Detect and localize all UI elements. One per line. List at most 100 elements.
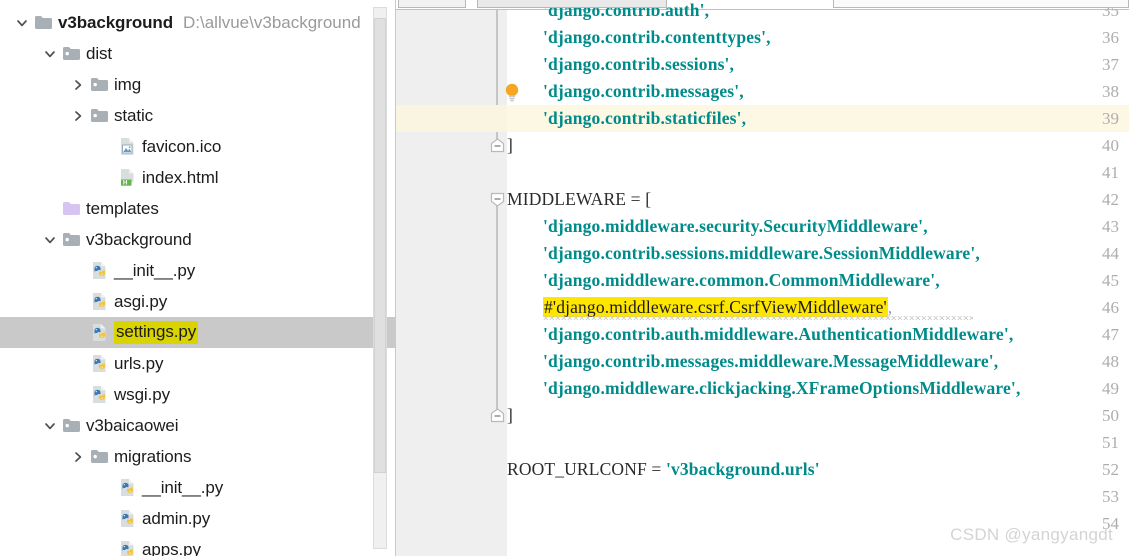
code-token: 'django.contrib.auth.middleware.Authenti… [543, 324, 1014, 344]
project-tree-pane: v3background D:\allvue\v3background dist im… [0, 0, 396, 556]
code-line: 'django.middleware.clickjacking.XFrameOp… [543, 375, 1020, 402]
fold-region-end-icon[interactable] [490, 408, 505, 423]
line-number: 49 [1102, 379, 1119, 398]
tree-item-label: urls.py [114, 353, 164, 373]
chevron-down-icon[interactable] [40, 230, 60, 250]
fold-region-start-icon[interactable] [490, 192, 505, 207]
code-token: 'django.contrib.messages.middleware.Mess… [543, 351, 999, 371]
code-token: 'django.middleware.clickjacking.XFrameOp… [543, 378, 1021, 398]
line-number: 43 [1102, 217, 1119, 236]
code-token: 'django.contrib.staticfiles', [543, 108, 747, 128]
line-number: 38 [1102, 82, 1119, 101]
tree-item-v3background[interactable]: v3background D:\allvue\v3background [0, 7, 395, 38]
tree-item-label: favicon.ico [142, 136, 222, 156]
svg-text:H: H [123, 181, 127, 187]
tree-item-urls-py[interactable]: urls.py [0, 348, 395, 379]
current-line-gutter-highlight [396, 105, 507, 132]
folder-module-icon [88, 106, 110, 126]
line-number: 51 [1102, 433, 1119, 452]
code-line: MIDDLEWARE = [ [507, 186, 651, 213]
python-file-icon [116, 509, 138, 529]
tree-item-label: asgi.py [114, 291, 168, 311]
inspection-squiggle [543, 316, 973, 320]
code-line: 'django.contrib.auth.middleware.Authenti… [543, 321, 1013, 348]
intention-lightbulb-icon[interactable] [503, 82, 521, 102]
tree-item-init-py[interactable]: __init__.py [0, 255, 395, 286]
tree-item-label: __init__.py [142, 477, 224, 497]
line-number: 42 [1102, 190, 1119, 209]
project-tree-scrollbar-track[interactable] [373, 7, 387, 549]
code-line: ] [507, 402, 513, 429]
code-token: 'django.middleware.security.SecurityMidd… [543, 216, 928, 236]
chevron-down-icon[interactable] [12, 13, 32, 33]
line-number: 37 [1102, 55, 1119, 74]
code-line: 'django.middleware.security.SecurityMidd… [543, 213, 928, 240]
line-number: 36 [1102, 28, 1119, 47]
code-token: ROOT_URLCONF = [507, 459, 666, 479]
tree-item-asgi-py[interactable]: asgi.py [0, 286, 395, 317]
fold-region-end-icon[interactable] [490, 138, 505, 153]
tree-item-path: D:\allvue\v3background [183, 12, 361, 32]
folder-module-icon [60, 44, 82, 64]
tree-item-apps-py[interactable]: apps.py [0, 534, 395, 556]
tree-item-favicon-ico[interactable]: favicon.ico [0, 131, 395, 162]
tree-item-label: __init__.py [114, 260, 196, 280]
tree-item-templates[interactable]: templates [0, 193, 395, 224]
code-token: ] [507, 405, 513, 425]
tree-item-admin-py[interactable]: admin.py [0, 503, 395, 534]
tree-item-init-py[interactable]: __init__.py [0, 472, 395, 503]
code-line: 'django.contrib.messages', [543, 78, 744, 105]
project-tree-scrollbar-thumb[interactable] [374, 18, 386, 473]
fold-region-line [496, 200, 498, 410]
python-file-icon [88, 261, 110, 281]
line-number: 41 [1102, 163, 1119, 182]
tree-item-static[interactable]: static [0, 100, 395, 131]
chevron-right-icon[interactable] [68, 75, 88, 95]
folder-module-icon [88, 75, 110, 95]
chevron-right-icon[interactable] [68, 447, 88, 467]
code-token: MIDDLEWARE = [ [507, 189, 652, 209]
code-line: 'django.contrib.sessions.middleware.Sess… [543, 240, 980, 267]
tree-item-migrations[interactable]: migrations [0, 441, 395, 472]
code-line: 'django.contrib.auth', [543, 0, 709, 24]
folder-module-icon [88, 447, 110, 467]
code-token: 'django.middleware.common.CommonMiddlewa… [543, 270, 940, 290]
line-number: 40 [1102, 136, 1119, 155]
line-number: 48 [1102, 352, 1119, 371]
folder-module-icon [60, 230, 82, 250]
code-token: #'django.middleware.csrf.CsrfViewMiddlew… [543, 297, 888, 317]
chevron-down-icon[interactable] [40, 416, 60, 436]
project-tree-list[interactable]: v3background D:\allvue\v3background dist im… [0, 7, 395, 556]
tree-item-label: admin.py [142, 508, 211, 528]
code-line: 'django.middleware.common.CommonMiddlewa… [543, 267, 940, 294]
tree-item-v3baicaowei[interactable]: v3baicaowei [0, 410, 395, 441]
code-token: 'v3background.urls' [665, 459, 820, 479]
code-token: 'django.contrib.sessions.middleware.Sess… [543, 243, 980, 263]
tree-item-dist[interactable]: dist [0, 38, 395, 69]
tree-item-v3background[interactable]: v3background [0, 224, 395, 255]
line-number: 52 [1102, 460, 1119, 479]
code-text-area[interactable]: 'django.contrib.auth', 'django.contrib.co… [505, 0, 1129, 556]
code-line: ROOT_URLCONF = 'v3background.urls' [507, 456, 820, 483]
tree-item-img[interactable]: img [0, 69, 395, 100]
line-number: 46 [1102, 298, 1119, 317]
folder-module-icon [60, 416, 82, 436]
tree-item-settings-py[interactable]: settings.py [0, 317, 395, 348]
tree-item-index-html[interactable]: Hindex.html [0, 162, 395, 193]
line-number: 53 [1102, 487, 1119, 506]
tree-item-label: static [114, 105, 154, 125]
ide-window: v3background D:\allvue\v3background dist im… [0, 0, 1129, 556]
chevron-down-icon[interactable] [40, 44, 60, 64]
line-number: 44 [1102, 244, 1119, 263]
csdn-watermark: CSDN @yangyangdt [950, 525, 1113, 544]
code-line: 'django.contrib.contenttypes', [543, 24, 771, 51]
chevron-right-icon[interactable] [68, 106, 88, 126]
python-file-icon [88, 354, 110, 374]
tree-item-label: settings.py [114, 321, 199, 344]
folder-templates-icon [60, 199, 82, 219]
editor-gutter[interactable] [396, 10, 487, 556]
tree-item-label: wsgi.py [114, 384, 170, 404]
python-file-icon [88, 292, 110, 312]
tree-item-wsgi-py[interactable]: wsgi.py [0, 379, 395, 410]
code-line: 'django.contrib.staticfiles', [543, 105, 746, 132]
